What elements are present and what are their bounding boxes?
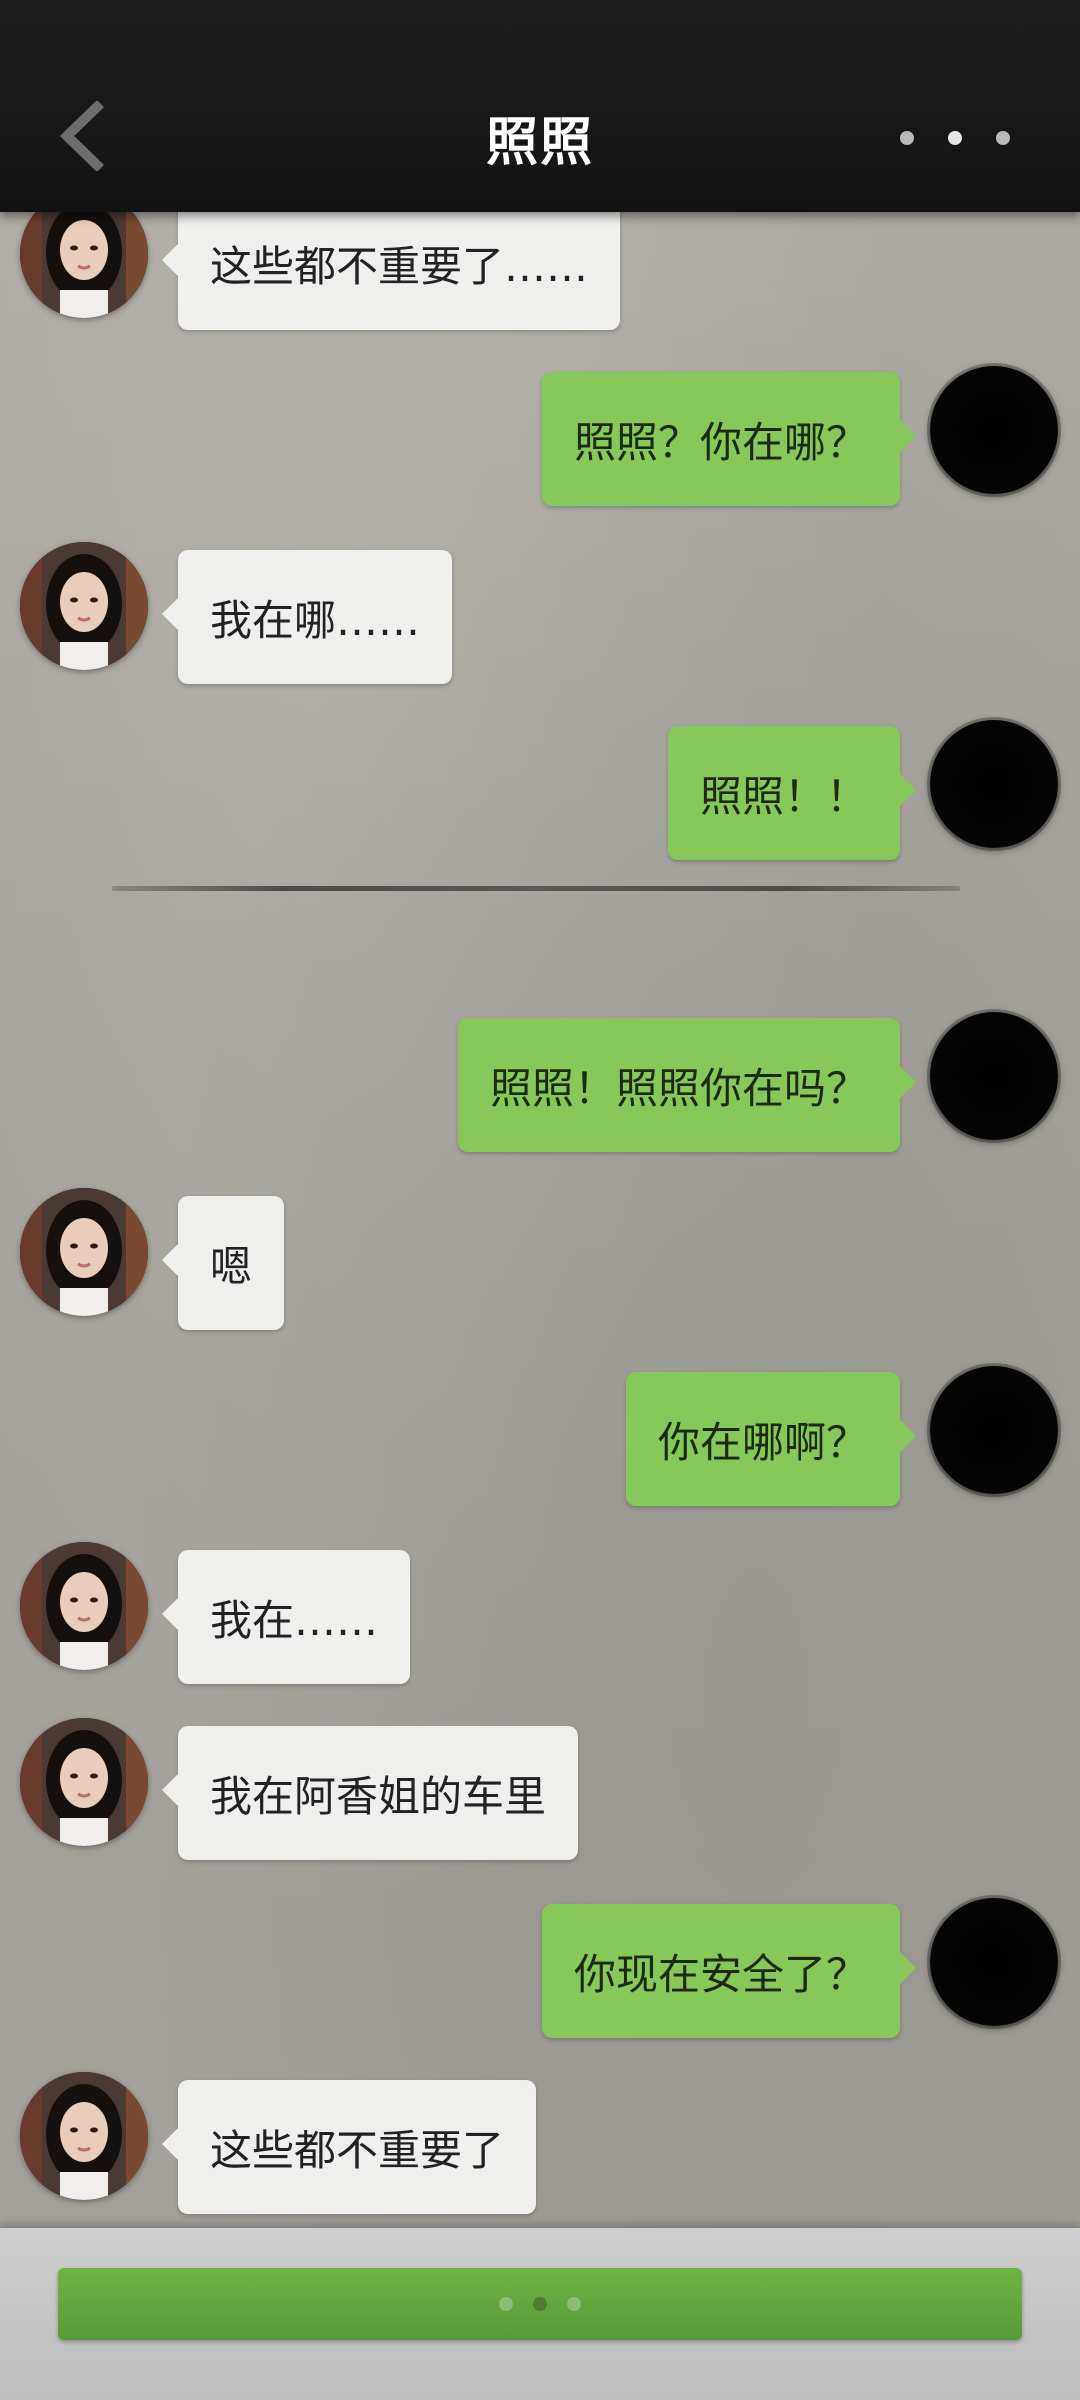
message-text: 我在哪…… xyxy=(210,595,421,645)
message-bubble-left: 我在…… xyxy=(161,1550,411,1684)
typing-dots-icon xyxy=(499,2297,513,2311)
message-text: 嗯 xyxy=(210,1241,253,1291)
message-bubble-right: 照照！照照你在吗？ xyxy=(457,1018,917,1152)
woman-portrait-icon xyxy=(20,542,148,670)
user-avatar[interactable] xyxy=(930,720,1058,848)
woman-portrait-icon xyxy=(20,1542,148,1670)
contact-avatar[interactable] xyxy=(20,1188,148,1316)
message-text: 这些都不重要了 xyxy=(210,2125,505,2175)
message-text: 照照？你在哪？ xyxy=(573,417,868,467)
message-text: 照照！照照你在吗？ xyxy=(489,1063,868,1113)
user-avatar[interactable] xyxy=(930,1012,1058,1140)
woman-portrait-icon xyxy=(20,1718,148,1846)
woman-portrait-icon xyxy=(20,1188,148,1316)
message-text: 你在哪啊？ xyxy=(657,1417,868,1467)
chat-background xyxy=(0,0,1080,2400)
message-bubble-left: 这些都不重要了 xyxy=(161,2080,537,2214)
message-bubble-left: 我在阿香姐的车里 xyxy=(161,1726,579,1860)
reply-button[interactable] xyxy=(58,2268,1022,2340)
message-bubble-right: 照照？你在哪？ xyxy=(541,372,917,506)
contact-avatar[interactable] xyxy=(20,542,148,670)
message-bubble-right: 照照！！ xyxy=(667,726,917,860)
message-bubble-left: 嗯 xyxy=(161,1196,285,1330)
user-avatar[interactable] xyxy=(930,1366,1058,1494)
contact-avatar[interactable] xyxy=(20,1718,148,1846)
header-bar: 照照 xyxy=(0,0,1080,212)
message-text: 照照！！ xyxy=(699,771,868,821)
section-divider xyxy=(112,886,960,891)
more-button[interactable] xyxy=(900,118,1010,158)
message-text: 我在…… xyxy=(210,1595,379,1645)
more-dot xyxy=(948,131,962,145)
contact-avatar[interactable] xyxy=(20,2072,148,2200)
user-avatar[interactable] xyxy=(930,1898,1058,2026)
more-dots-icon xyxy=(900,131,914,145)
typing-dot xyxy=(533,2297,547,2311)
message-text: 我在阿香姐的车里 xyxy=(210,1771,547,1821)
woman-portrait-icon xyxy=(20,2072,148,2200)
message-text: 你现在安全了？ xyxy=(573,1949,868,1999)
message-text: 这些都不重要了…… xyxy=(210,241,589,291)
message-bubble-left: 这些都不重要了…… xyxy=(161,196,621,330)
user-avatar[interactable] xyxy=(930,366,1058,494)
bottom-bar xyxy=(0,2228,1080,2400)
typing-dot xyxy=(567,2297,581,2311)
message-bubble-left: 我在哪…… xyxy=(161,550,453,684)
contact-avatar[interactable] xyxy=(20,1542,148,1670)
message-bubble-right: 你在哪啊？ xyxy=(625,1372,917,1506)
more-dot xyxy=(996,131,1010,145)
message-bubble-right: 你现在安全了？ xyxy=(541,1904,917,2038)
